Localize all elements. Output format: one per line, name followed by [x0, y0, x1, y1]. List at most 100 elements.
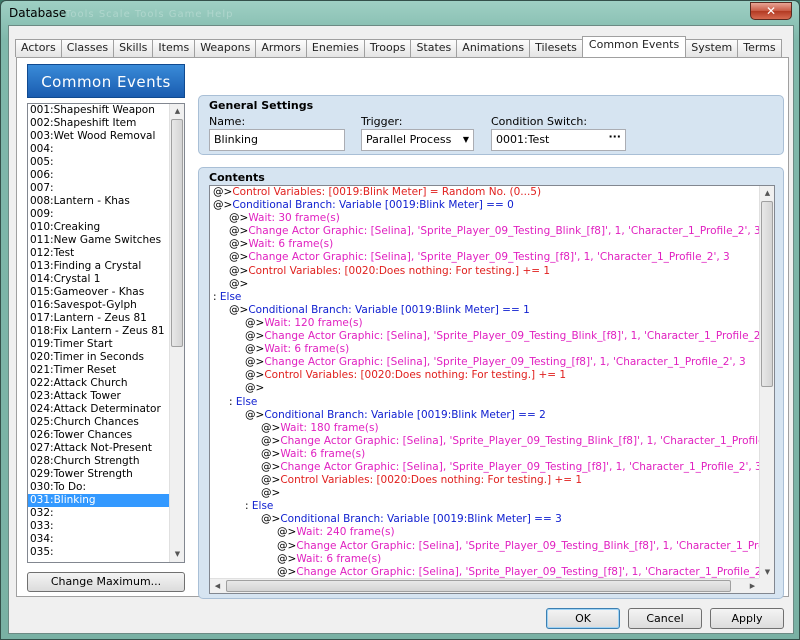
table-row[interactable]: @>Change Actor Graphic: [Selina], 'Sprit…: [210, 330, 760, 343]
list-item[interactable]: 014:Crystal 1: [28, 273, 170, 286]
cancel-button[interactable]: Cancel: [628, 608, 702, 629]
event-list[interactable]: 001:Shapeshift Weapon 002:Shapeshift Item…: [27, 103, 185, 563]
list-item[interactable]: 013:Finding a Crystal: [28, 260, 170, 273]
contents-hscroll-thumb[interactable]: [226, 580, 731, 592]
table-row[interactable]: @>Wait: 6 frame(s): [210, 553, 760, 566]
list-item[interactable]: 020:Timer in Seconds: [28, 351, 170, 364]
scroll-up-icon[interactable]: ▲: [760, 186, 774, 201]
scroll-up-icon[interactable]: ▲: [170, 104, 184, 119]
ellipsis-icon[interactable]: ···: [608, 127, 621, 147]
list-item[interactable]: 034:: [28, 533, 170, 546]
list-item[interactable]: 007:: [28, 182, 170, 195]
list-item[interactable]: 019:Timer Start: [28, 338, 170, 351]
table-row[interactable]: @>Change Actor Graphic: [Selina], 'Sprit…: [210, 566, 760, 578]
contents-vscrollbar[interactable]: ▲ ▼: [759, 186, 774, 580]
table-row[interactable]: @>: [210, 278, 760, 291]
table-row[interactable]: @>Change Actor Graphic: [Selina], 'Sprit…: [210, 225, 760, 238]
table-row[interactable]: @>Control Variables: [0019:Blink Meter] …: [210, 186, 760, 199]
list-item[interactable]: 029:Tower Strength: [28, 468, 170, 481]
table-row[interactable]: @>Wait: 240 frame(s): [210, 526, 760, 539]
list-item[interactable]: 018:Fix Lantern - Zeus 81: [28, 325, 170, 338]
list-item[interactable]: 027:Attack Not-Present: [28, 442, 170, 455]
tab-items[interactable]: Items: [152, 39, 196, 57]
table-row[interactable]: : Else: [210, 396, 760, 409]
list-item[interactable]: 021:Timer Reset: [28, 364, 170, 377]
close-button[interactable]: ✕: [750, 2, 792, 20]
event-list-scrollbar[interactable]: ▲ ▼: [169, 104, 184, 562]
tab-actors[interactable]: Actors: [15, 39, 62, 57]
tab-animations[interactable]: Animations: [456, 39, 531, 57]
list-item[interactable]: 022:Attack Church: [28, 377, 170, 390]
table-row[interactable]: @>Control Variables: [0020:Does nothing:…: [210, 369, 760, 382]
table-row[interactable]: @>Wait: 6 frame(s): [210, 343, 760, 356]
tab-enemies[interactable]: Enemies: [305, 39, 365, 57]
tab-skills[interactable]: Skills: [113, 39, 154, 57]
table-row[interactable]: @>Change Actor Graphic: [Selina], 'Sprit…: [210, 540, 760, 553]
scroll-down-icon[interactable]: ▼: [170, 547, 184, 562]
trigger-select[interactable]: Parallel Process ▼: [361, 129, 474, 151]
table-row[interactable]: @>: [210, 487, 760, 500]
table-row[interactable]: : Else: [210, 291, 760, 304]
table-row[interactable]: @>Change Actor Graphic: [Selina], 'Sprit…: [210, 461, 760, 474]
table-row[interactable]: @>Control Variables: [0020:Does nothing:…: [210, 265, 760, 278]
ok-button[interactable]: OK: [546, 608, 620, 629]
tab-terms[interactable]: Terms: [737, 39, 782, 57]
list-item[interactable]: 015:Gameover - Khas: [28, 286, 170, 299]
table-row[interactable]: @>Conditional Branch: Variable [0019:Bli…: [210, 199, 760, 212]
list-item[interactable]: 001:Shapeshift Weapon: [28, 104, 170, 117]
list-item[interactable]: 008:Lantern - Khas: [28, 195, 170, 208]
table-row[interactable]: @>Conditional Branch: Variable [0019:Bli…: [210, 513, 760, 526]
tab-armors[interactable]: Armors: [255, 39, 307, 57]
list-item[interactable]: 024:Attack Determinator: [28, 403, 170, 416]
list-item[interactable]: 006:: [28, 169, 170, 182]
table-row[interactable]: @>Change Actor Graphic: [Selina], 'Sprit…: [210, 356, 760, 369]
tab-weapons[interactable]: Weapons: [194, 39, 257, 57]
list-item[interactable]: 026:Tower Chances: [28, 429, 170, 442]
list-item[interactable]: 016:Savespot-Gylph: [28, 299, 170, 312]
list-item[interactable]: 017:Lantern - Zeus 81: [28, 312, 170, 325]
list-item[interactable]: 011:New Game Switches: [28, 234, 170, 247]
list-item[interactable]: 023:Attack Tower: [28, 390, 170, 403]
event-commands-list[interactable]: @> Control Variables: [0019:Blink Meter] …: [209, 185, 775, 594]
change-maximum-button[interactable]: Change Maximum...: [27, 572, 185, 592]
table-row[interactable]: @>Wait: 30 frame(s): [210, 212, 760, 225]
tab-common-events[interactable]: Common Events: [581, 36, 687, 57]
apply-button[interactable]: Apply: [710, 608, 784, 629]
scroll-left-icon[interactable]: ◀: [210, 579, 225, 593]
list-item[interactable]: 003:Wet Wood Removal: [28, 130, 170, 143]
tab-system[interactable]: System: [685, 39, 739, 57]
title-bar[interactable]: Database Tools Scale Tools Game Help ✕: [1, 1, 799, 25]
list-item[interactable]: 009:: [28, 208, 170, 221]
table-row[interactable]: @>Control Variables: [0020:Does nothing:…: [210, 474, 760, 487]
table-row[interactable]: @>Wait: 180 frame(s): [210, 422, 760, 435]
tab-tilesets[interactable]: Tilesets: [529, 39, 583, 57]
list-item[interactable]: 010:Creaking: [28, 221, 170, 234]
table-row[interactable]: @>Conditional Branch: Variable [0019:Bli…: [210, 304, 760, 317]
list-item[interactable]: 030:To Do:: [28, 481, 170, 494]
contents-hscrollbar[interactable]: ◀ ▶: [210, 578, 760, 593]
tab-troops[interactable]: Troops: [363, 39, 412, 57]
table-row[interactable]: @>Conditional Branch: Variable [0019:Bli…: [210, 409, 760, 422]
name-input[interactable]: Blinking: [209, 129, 345, 151]
tab-classes[interactable]: Classes: [60, 39, 115, 57]
table-row[interactable]: @>Wait: 120 frame(s): [210, 317, 760, 330]
list-item[interactable]: 032:: [28, 507, 170, 520]
scroll-right-icon[interactable]: ▶: [745, 579, 760, 593]
table-row[interactable]: @>Change Actor Graphic: [Selina], 'Sprit…: [210, 435, 760, 448]
contents-vscroll-thumb[interactable]: [761, 201, 773, 387]
table-row[interactable]: : Else: [210, 500, 760, 513]
table-row[interactable]: @>: [210, 382, 760, 395]
list-item[interactable]: 005:: [28, 156, 170, 169]
scroll-thumb[interactable]: [171, 119, 183, 347]
table-row[interactable]: @>Wait: 6 frame(s): [210, 448, 760, 461]
list-item[interactable]: 028:Church Strength: [28, 455, 170, 468]
list-item[interactable]: 033:: [28, 520, 170, 533]
condition-switch-field[interactable]: 0001:Test ···: [491, 129, 626, 151]
list-item[interactable]: 002:Shapeshift Item: [28, 117, 170, 130]
table-row[interactable]: @>Change Actor Graphic: [Selina], 'Sprit…: [210, 251, 760, 264]
list-item[interactable]: 025:Church Chances: [28, 416, 170, 429]
list-item[interactable]: 012:Test: [28, 247, 170, 260]
table-row[interactable]: @>Wait: 6 frame(s): [210, 238, 760, 251]
list-item[interactable]: 035:: [28, 546, 170, 559]
list-item[interactable]: 031:Blinking: [28, 494, 170, 507]
